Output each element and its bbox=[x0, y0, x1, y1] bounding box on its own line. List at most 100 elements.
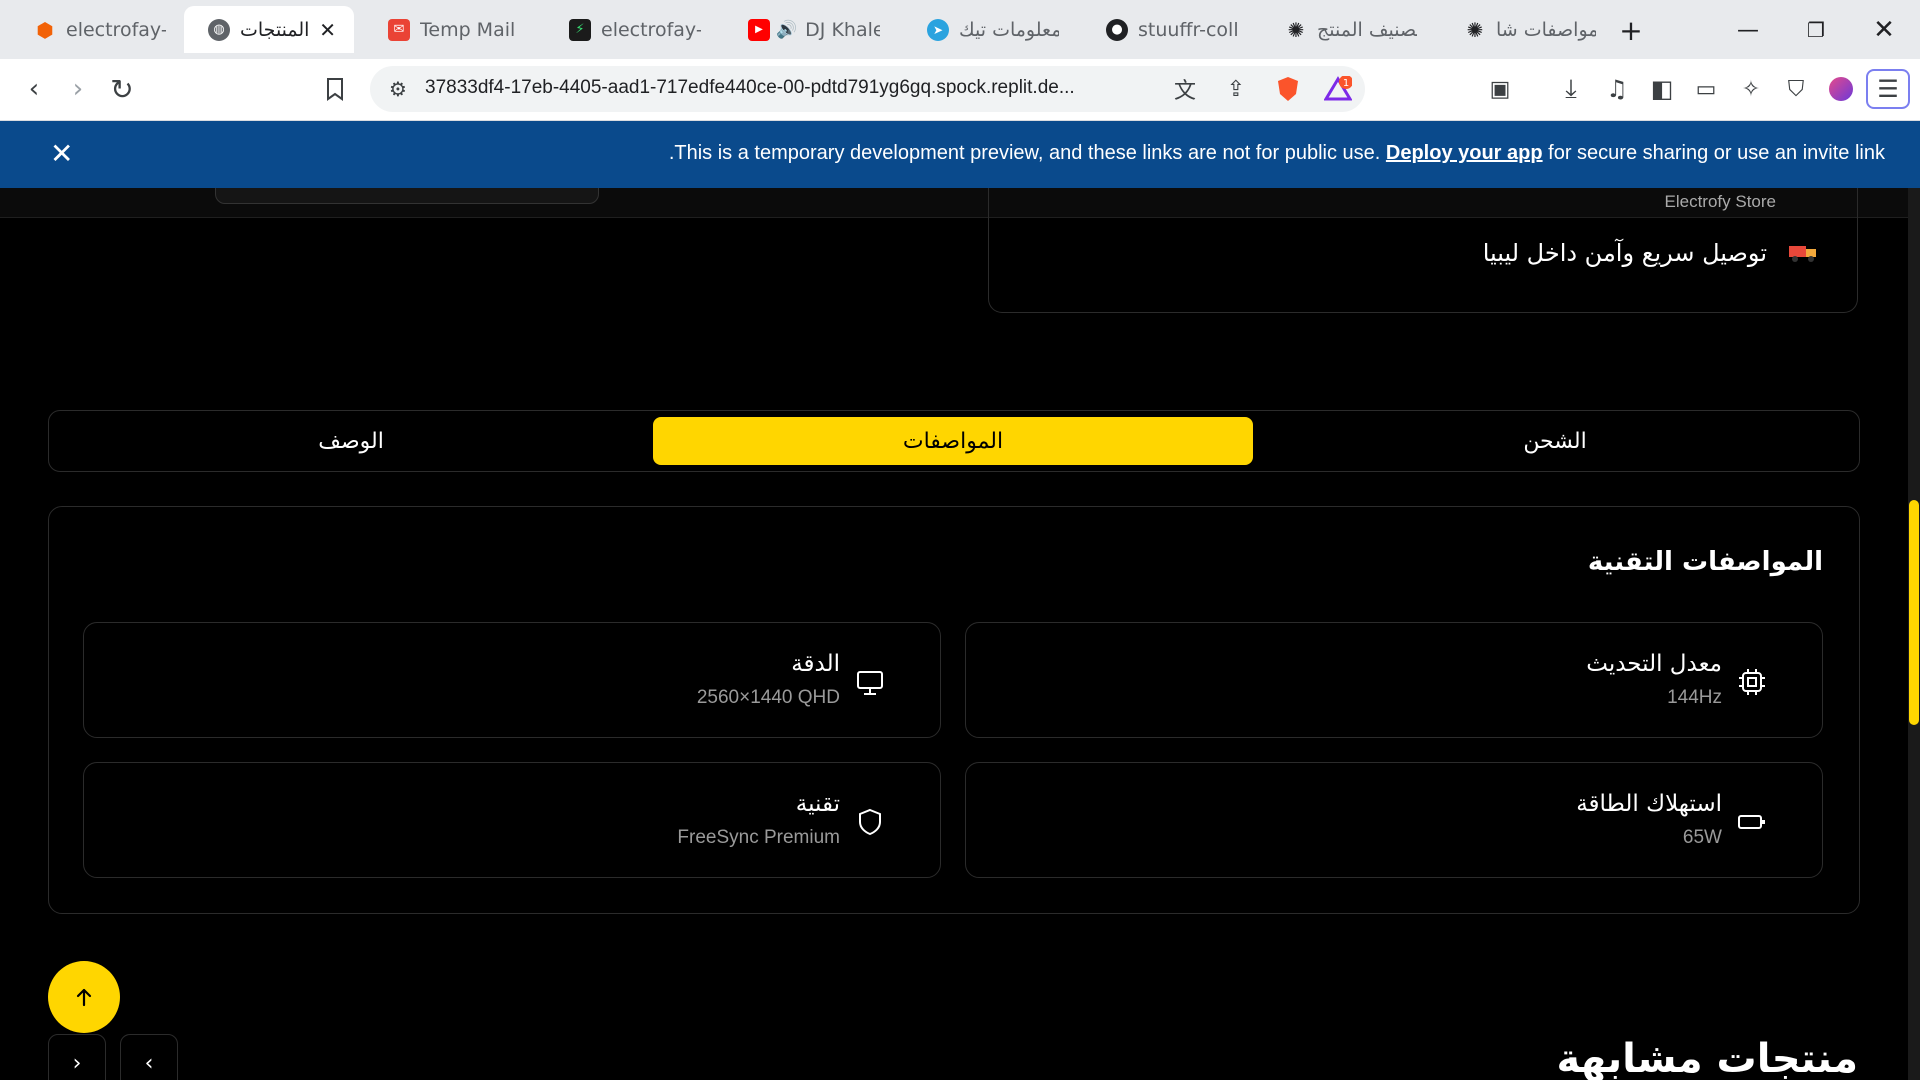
tab-specifications[interactable]: المواصفات bbox=[653, 417, 1253, 465]
similar-products-title: منتجات مشابهة bbox=[1556, 1036, 1858, 1080]
tab-chatgpt-2[interactable]: ✺ مواصفات شا bbox=[1440, 6, 1610, 53]
shield-icon bbox=[859, 808, 881, 836]
leo-ai-icon[interactable]: ✧ bbox=[1731, 69, 1771, 109]
profile-avatar[interactable] bbox=[1821, 69, 1861, 109]
page-scrollbar[interactable] bbox=[1908, 188, 1920, 1080]
github-icon: ● bbox=[1106, 18, 1128, 41]
product-tabs: الشحن المواصفات الوصف bbox=[48, 410, 1860, 472]
minimize-button[interactable]: — bbox=[1726, 8, 1770, 52]
scroll-to-top-button[interactable] bbox=[48, 961, 120, 1033]
brave-shield-shape bbox=[1278, 77, 1298, 101]
tab-title: stuuffr-collab bbox=[1138, 18, 1238, 41]
tab-title: DJ Khale bbox=[805, 18, 880, 41]
spec-label: استهلاك الطاقة bbox=[1576, 791, 1722, 817]
spec-value: 65W bbox=[1682, 827, 1722, 848]
spec-technology: تقنية FreeSync Premium bbox=[83, 762, 941, 878]
deploy-link[interactable]: Deploy your app bbox=[1386, 142, 1543, 164]
tech-specs-panel: المواصفات التقنية معدل التحديث 144Hz الد… bbox=[48, 506, 1860, 914]
close-tab-icon[interactable]: ✕ bbox=[315, 18, 340, 42]
speaker-icon[interactable]: 🔊 bbox=[776, 20, 797, 40]
tab-youtube[interactable]: ▶ 🔊 DJ Khale bbox=[724, 6, 894, 53]
tab-products[interactable]: ◍ المنتجات ✕ bbox=[184, 6, 354, 53]
brave-shields-icon[interactable] bbox=[1270, 71, 1306, 107]
chevron-right-icon: › bbox=[144, 1050, 154, 1076]
dev-preview-banner: ✕ .This is a temporary development previ… bbox=[0, 121, 1920, 188]
bookmark-icon[interactable] bbox=[315, 69, 355, 109]
spec-value: 144Hz bbox=[1667, 687, 1722, 708]
media-icon[interactable]: ♫ bbox=[1597, 69, 1637, 109]
tab-github[interactable]: ● stuuffr-collab bbox=[1082, 6, 1252, 53]
site-settings-icon[interactable]: ⚙ bbox=[380, 71, 416, 107]
truck-icon bbox=[1789, 246, 1816, 262]
sidebar-icon[interactable]: ◧ bbox=[1642, 69, 1682, 109]
banner-text-end: for secure sharing or use an invite link bbox=[1548, 142, 1885, 164]
address-bar[interactable]: ⚙ 37833df4-17eb-4405-aad1-717edfe440ce-0… bbox=[370, 66, 1365, 112]
monitor-icon bbox=[857, 671, 883, 695]
menu-icon[interactable]: ☰ bbox=[1866, 69, 1910, 109]
spec-resolution: الدقة 2560×1440 QHD bbox=[83, 622, 941, 738]
tab-title: electrofay-st bbox=[601, 18, 701, 41]
brave-rewards-icon[interactable]: 1 bbox=[1320, 71, 1356, 107]
spec-refresh-rate: معدل التحديث 144Hz bbox=[965, 622, 1823, 738]
banner-text: .This is a temporary development preview… bbox=[668, 142, 1381, 164]
tab-title: مواصفات شا bbox=[1496, 18, 1596, 41]
avatar bbox=[1829, 77, 1853, 101]
scrollbar-thumb[interactable] bbox=[1909, 500, 1919, 725]
browser-toolbar: ‹ › ↻ ⚙ 37833df4-17eb-4405-aad1-717edfe4… bbox=[0, 59, 1920, 121]
delivery-text: توصيل سريع وآمن داخل ليبيا bbox=[1482, 239, 1767, 267]
banner-message: .This is a temporary development preview… bbox=[669, 142, 1885, 165]
reader-mode-icon[interactable]: ▣ bbox=[1480, 69, 1520, 109]
specs-title: المواصفات التقنية bbox=[1587, 547, 1823, 577]
back-button[interactable]: ‹ bbox=[14, 69, 54, 109]
carousel-prev-button[interactable]: ‹ bbox=[48, 1034, 106, 1080]
spec-power: استهلاك الطاقة 65W bbox=[965, 762, 1823, 878]
url-text[interactable]: 37833df4-17eb-4405-aad1-717edfe440ce-00-… bbox=[425, 77, 1145, 99]
youtube-icon: ▶ bbox=[748, 18, 770, 41]
tab-electrofay-1[interactable]: ⬢ electrofay-st bbox=[10, 6, 180, 53]
tab-title: معلومات تيك bbox=[959, 18, 1059, 41]
tab-telegram[interactable]: ➤ معلومات تيك bbox=[903, 6, 1073, 53]
battery-icon bbox=[1738, 815, 1765, 829]
spec-value: FreeSync Premium bbox=[677, 827, 840, 848]
tab-temp-mail[interactable]: ✉ Temp Mail - T bbox=[364, 6, 534, 53]
wallet-icon[interactable]: ▭ bbox=[1686, 69, 1726, 109]
arrow-up-icon bbox=[76, 988, 92, 1007]
tab-electrofay-2[interactable]: ⚡ electrofay-st bbox=[545, 6, 715, 53]
spec-label: تقنية bbox=[795, 791, 840, 817]
search-box[interactable] bbox=[215, 188, 599, 204]
chatgpt-icon: ✺ bbox=[1287, 17, 1305, 42]
tab-title: تصنيف المنتج bbox=[1317, 18, 1417, 41]
tab-title: المنتجات bbox=[240, 18, 310, 41]
carousel-next-button[interactable]: › bbox=[120, 1034, 178, 1080]
tab-description[interactable]: الوصف bbox=[51, 417, 651, 465]
rewards-badge-count: 1 bbox=[1343, 78, 1349, 89]
mail-icon: ✉ bbox=[388, 18, 410, 41]
tab-shipping[interactable]: الشحن bbox=[1255, 417, 1855, 465]
restore-button[interactable]: ❐ bbox=[1794, 8, 1838, 52]
close-window-button[interactable]: ✕ bbox=[1862, 8, 1906, 52]
delivery-info-card: توصيل سريع وآمن داخل ليبيا bbox=[988, 188, 1858, 313]
close-banner-icon[interactable]: ✕ bbox=[50, 137, 73, 170]
spec-value: 2560×1440 QHD bbox=[696, 687, 840, 708]
reload-button[interactable]: ↻ bbox=[102, 69, 142, 109]
chatgpt-icon: ✺ bbox=[1466, 17, 1484, 42]
product-page: Electrofy Store توصيل سريع وآمن داخل ليب… bbox=[0, 188, 1908, 1080]
tab-title: electrofay-st bbox=[66, 18, 166, 41]
tab-chatgpt-1[interactable]: ✺ تصنيف المنتج bbox=[1261, 6, 1431, 53]
translate-icon[interactable]: 文 bbox=[1167, 71, 1203, 107]
forward-button[interactable]: › bbox=[58, 69, 98, 109]
browser-tab-strip: ⬢ electrofay-st ◍ المنتجات ✕ ✉ Temp Mail… bbox=[0, 0, 1920, 59]
vpn-icon[interactable]: ⛉ bbox=[1776, 69, 1816, 109]
spec-label: معدل التحديث bbox=[1586, 651, 1722, 677]
new-tab-button[interactable]: + bbox=[1609, 8, 1653, 52]
chevron-left-icon: ‹ bbox=[72, 1050, 82, 1076]
bolt-icon: ⚡ bbox=[569, 18, 591, 41]
spec-label: الدقة bbox=[791, 651, 840, 677]
cpu-icon bbox=[1739, 669, 1765, 695]
replit-icon: ⬢ bbox=[36, 17, 54, 42]
share-icon[interactable]: ⇪ bbox=[1218, 71, 1254, 107]
globe-icon: ◍ bbox=[208, 18, 230, 41]
downloads-icon[interactable]: ⤓ bbox=[1551, 69, 1591, 109]
telegram-icon: ➤ bbox=[927, 18, 949, 41]
tab-title: Temp Mail - T bbox=[420, 18, 520, 41]
